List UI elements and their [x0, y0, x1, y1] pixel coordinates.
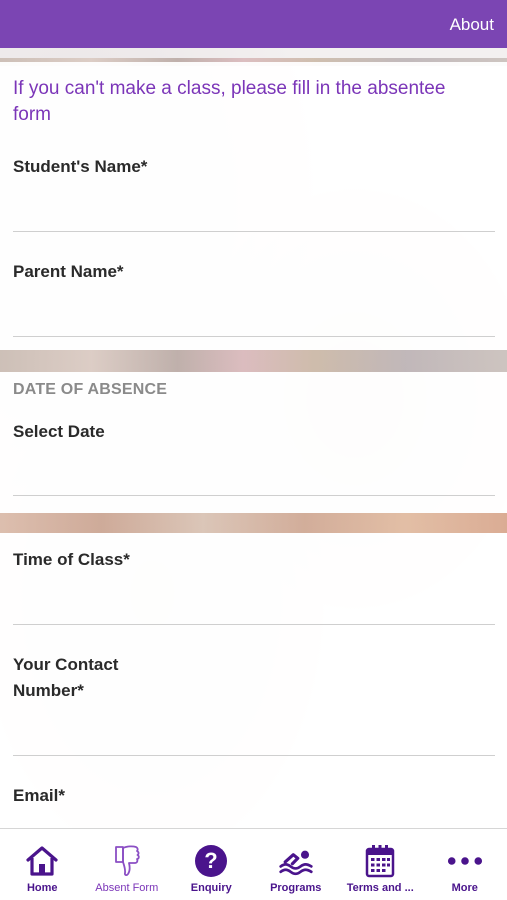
question-icon: ?: [193, 843, 229, 879]
date-section-header: DATE OF ABSENCE: [13, 381, 168, 398]
more-dots-icon: [447, 843, 483, 879]
time-of-class-input[interactable]: [13, 590, 495, 624]
email-label: Email*: [13, 786, 65, 805]
top-bar: About: [0, 0, 507, 48]
home-icon: [24, 843, 60, 879]
bottom-tab-bar: Home Absent Form ? Enquiry Programs Term…: [0, 828, 507, 900]
contact-number-input[interactable]: [13, 720, 495, 754]
student-name-underline: [13, 231, 495, 232]
tab-more[interactable]: More: [423, 829, 507, 900]
tab-enquiry-label: Enquiry: [190, 882, 232, 894]
thumbs-down-icon: [109, 843, 145, 879]
tab-absent-form-label: Absent Form: [95, 882, 159, 894]
tab-enquiry[interactable]: ? Enquiry: [169, 829, 254, 900]
about-link[interactable]: About: [450, 15, 494, 35]
student-name-input[interactable]: [13, 197, 495, 231]
svg-text:?: ?: [205, 848, 218, 873]
tab-programs-label: Programs: [270, 882, 322, 894]
tab-absent-form[interactable]: Absent Form: [85, 829, 170, 900]
time-of-class-underline: [13, 624, 495, 625]
form-intro: If you can't make a class, please fill i…: [13, 78, 446, 125]
parent-name-input[interactable]: [13, 302, 495, 336]
contact-number-label-line1: Your Contact: [13, 655, 119, 674]
tab-terms-label: Terms and ...: [346, 882, 414, 894]
calendar-icon: [362, 843, 398, 879]
tab-more-label: More: [451, 882, 478, 894]
tab-programs[interactable]: Programs: [254, 829, 339, 900]
tab-home[interactable]: Home: [0, 829, 85, 900]
student-name-label: Student's Name*: [13, 157, 148, 176]
contact-number-label-line2: Number*: [13, 681, 84, 700]
tab-home-label: Home: [26, 882, 58, 894]
select-date-label: Select Date: [13, 422, 105, 441]
parent-name-label: Parent Name*: [13, 262, 124, 281]
tab-terms[interactable]: Terms and ...: [338, 829, 423, 900]
select-date-input[interactable]: [13, 461, 495, 495]
contact-number-underline: [13, 755, 495, 756]
time-of-class-label: Time of Class*: [13, 550, 130, 569]
contact-number-label: Your Contact Number*: [13, 652, 118, 704]
parent-name-underline: [13, 336, 495, 337]
select-date-underline: [13, 495, 495, 496]
background-band: [0, 513, 507, 533]
swimmer-icon: [278, 843, 314, 879]
background-band: [0, 350, 507, 372]
